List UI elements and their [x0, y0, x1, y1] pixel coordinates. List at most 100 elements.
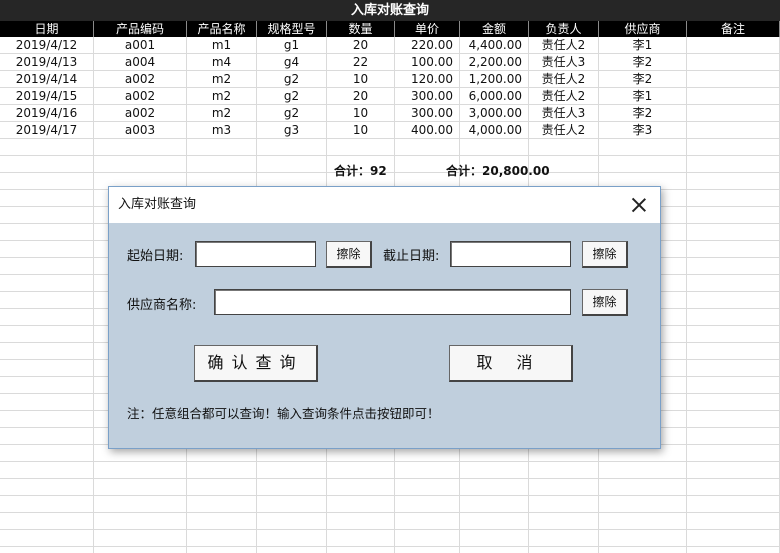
cell-spec[interactable]: g3 — [257, 122, 327, 139]
cell-remark[interactable] — [687, 105, 780, 122]
cell-date[interactable]: 2019/4/13 — [0, 54, 94, 71]
empty-cell[interactable] — [460, 462, 529, 479]
cell-product-name[interactable]: m1 — [187, 37, 257, 54]
cell-unit-price[interactable]: 300.00 — [395, 88, 460, 105]
cell-unit-price[interactable]: 300.00 — [395, 105, 460, 122]
empty-cell[interactable] — [0, 190, 94, 207]
empty-cell[interactable] — [187, 139, 257, 156]
empty-cell[interactable] — [599, 156, 687, 173]
empty-cell[interactable] — [395, 530, 460, 547]
empty-cell[interactable] — [257, 513, 327, 530]
cell-date[interactable]: 2019/4/15 — [0, 88, 94, 105]
empty-cell[interactable] — [187, 462, 257, 479]
empty-cell[interactable] — [460, 530, 529, 547]
cell-product-code[interactable]: a001 — [94, 37, 187, 54]
cell-product-name[interactable]: m4 — [187, 54, 257, 71]
header-remark[interactable]: 备注 — [687, 21, 780, 37]
header-product-code[interactable]: 产品编码 — [94, 21, 187, 37]
empty-cell[interactable] — [0, 224, 94, 241]
empty-cell[interactable] — [395, 479, 460, 496]
cell-quantity[interactable]: 10 — [327, 122, 395, 139]
cell-remark[interactable] — [687, 37, 780, 54]
empty-cell[interactable] — [687, 530, 780, 547]
empty-cell[interactable] — [0, 258, 94, 275]
empty-cell[interactable] — [187, 496, 257, 513]
cell-date[interactable]: 2019/4/16 — [0, 105, 94, 122]
empty-cell[interactable] — [327, 139, 395, 156]
cell-supplier[interactable]: 李1 — [599, 88, 687, 105]
cell-quantity[interactable]: 22 — [327, 54, 395, 71]
empty-cell[interactable] — [687, 326, 780, 343]
empty-cell[interactable] — [187, 513, 257, 530]
empty-cell[interactable] — [687, 275, 780, 292]
empty-cell[interactable] — [529, 530, 599, 547]
empty-cell[interactable] — [460, 513, 529, 530]
empty-cell[interactable] — [460, 139, 529, 156]
close-icon[interactable] — [630, 196, 648, 214]
empty-cell[interactable] — [395, 462, 460, 479]
empty-cell[interactable] — [687, 173, 780, 190]
header-spec[interactable]: 规格型号 — [257, 21, 327, 37]
confirm-query-button[interactable]: 确认查询 — [194, 345, 318, 382]
cell-supplier[interactable]: 李2 — [599, 105, 687, 122]
empty-cell[interactable] — [529, 513, 599, 530]
empty-cell[interactable] — [327, 462, 395, 479]
empty-cell[interactable] — [460, 547, 529, 553]
cell-supplier[interactable]: 李2 — [599, 54, 687, 71]
cell-spec[interactable]: g1 — [257, 37, 327, 54]
cell-quantity[interactable]: 20 — [327, 88, 395, 105]
header-owner[interactable]: 负责人 — [529, 21, 599, 37]
empty-cell[interactable] — [687, 207, 780, 224]
empty-cell[interactable] — [327, 496, 395, 513]
cell-amount[interactable]: 4,400.00 — [460, 37, 529, 54]
empty-cell[interactable] — [94, 139, 187, 156]
empty-cell[interactable] — [687, 377, 780, 394]
empty-cell[interactable] — [599, 479, 687, 496]
empty-cell[interactable] — [687, 224, 780, 241]
cell-amount[interactable]: 3,000.00 — [460, 105, 529, 122]
header-product-name[interactable]: 产品名称 — [187, 21, 257, 37]
cell-amount[interactable]: 1,200.00 — [460, 71, 529, 88]
empty-cell[interactable] — [0, 207, 94, 224]
empty-cell[interactable] — [529, 139, 599, 156]
empty-cell[interactable] — [529, 547, 599, 553]
cell-quantity[interactable]: 10 — [327, 105, 395, 122]
cell-owner[interactable]: 责任人2 — [529, 122, 599, 139]
empty-cell[interactable] — [0, 462, 94, 479]
cell-supplier[interactable]: 李1 — [599, 37, 687, 54]
empty-cell[interactable] — [0, 513, 94, 530]
cell-remark[interactable] — [687, 122, 780, 139]
cell-amount[interactable]: 4,000.00 — [460, 122, 529, 139]
empty-cell[interactable] — [0, 292, 94, 309]
empty-cell[interactable] — [687, 547, 780, 553]
empty-cell[interactable] — [529, 479, 599, 496]
cell-product-code[interactable]: a002 — [94, 88, 187, 105]
empty-cell[interactable] — [687, 258, 780, 275]
empty-cell[interactable] — [395, 513, 460, 530]
cell-spec[interactable]: g2 — [257, 88, 327, 105]
clear-start-date-button[interactable]: 擦除 — [326, 241, 372, 268]
empty-cell[interactable] — [529, 462, 599, 479]
empty-cell[interactable] — [94, 496, 187, 513]
empty-cell[interactable] — [327, 479, 395, 496]
empty-cell[interactable] — [0, 377, 94, 394]
empty-cell[interactable] — [0, 445, 94, 462]
cell-product-code[interactable]: a002 — [94, 105, 187, 122]
cell-date[interactable]: 2019/4/14 — [0, 71, 94, 88]
empty-cell[interactable] — [327, 547, 395, 553]
empty-cell[interactable] — [257, 156, 327, 173]
empty-cell[interactable] — [187, 156, 257, 173]
cell-remark[interactable] — [687, 88, 780, 105]
empty-cell[interactable] — [687, 462, 780, 479]
cell-owner[interactable]: 责任人3 — [529, 54, 599, 71]
empty-cell[interactable] — [687, 394, 780, 411]
empty-cell[interactable] — [327, 530, 395, 547]
empty-cell[interactable] — [599, 462, 687, 479]
empty-cell[interactable] — [395, 496, 460, 513]
cell-unit-price[interactable]: 120.00 — [395, 71, 460, 88]
empty-cell[interactable] — [599, 139, 687, 156]
cell-spec[interactable]: g2 — [257, 71, 327, 88]
empty-cell[interactable] — [94, 156, 187, 173]
cell-remark[interactable] — [687, 71, 780, 88]
empty-cell[interactable] — [687, 309, 780, 326]
